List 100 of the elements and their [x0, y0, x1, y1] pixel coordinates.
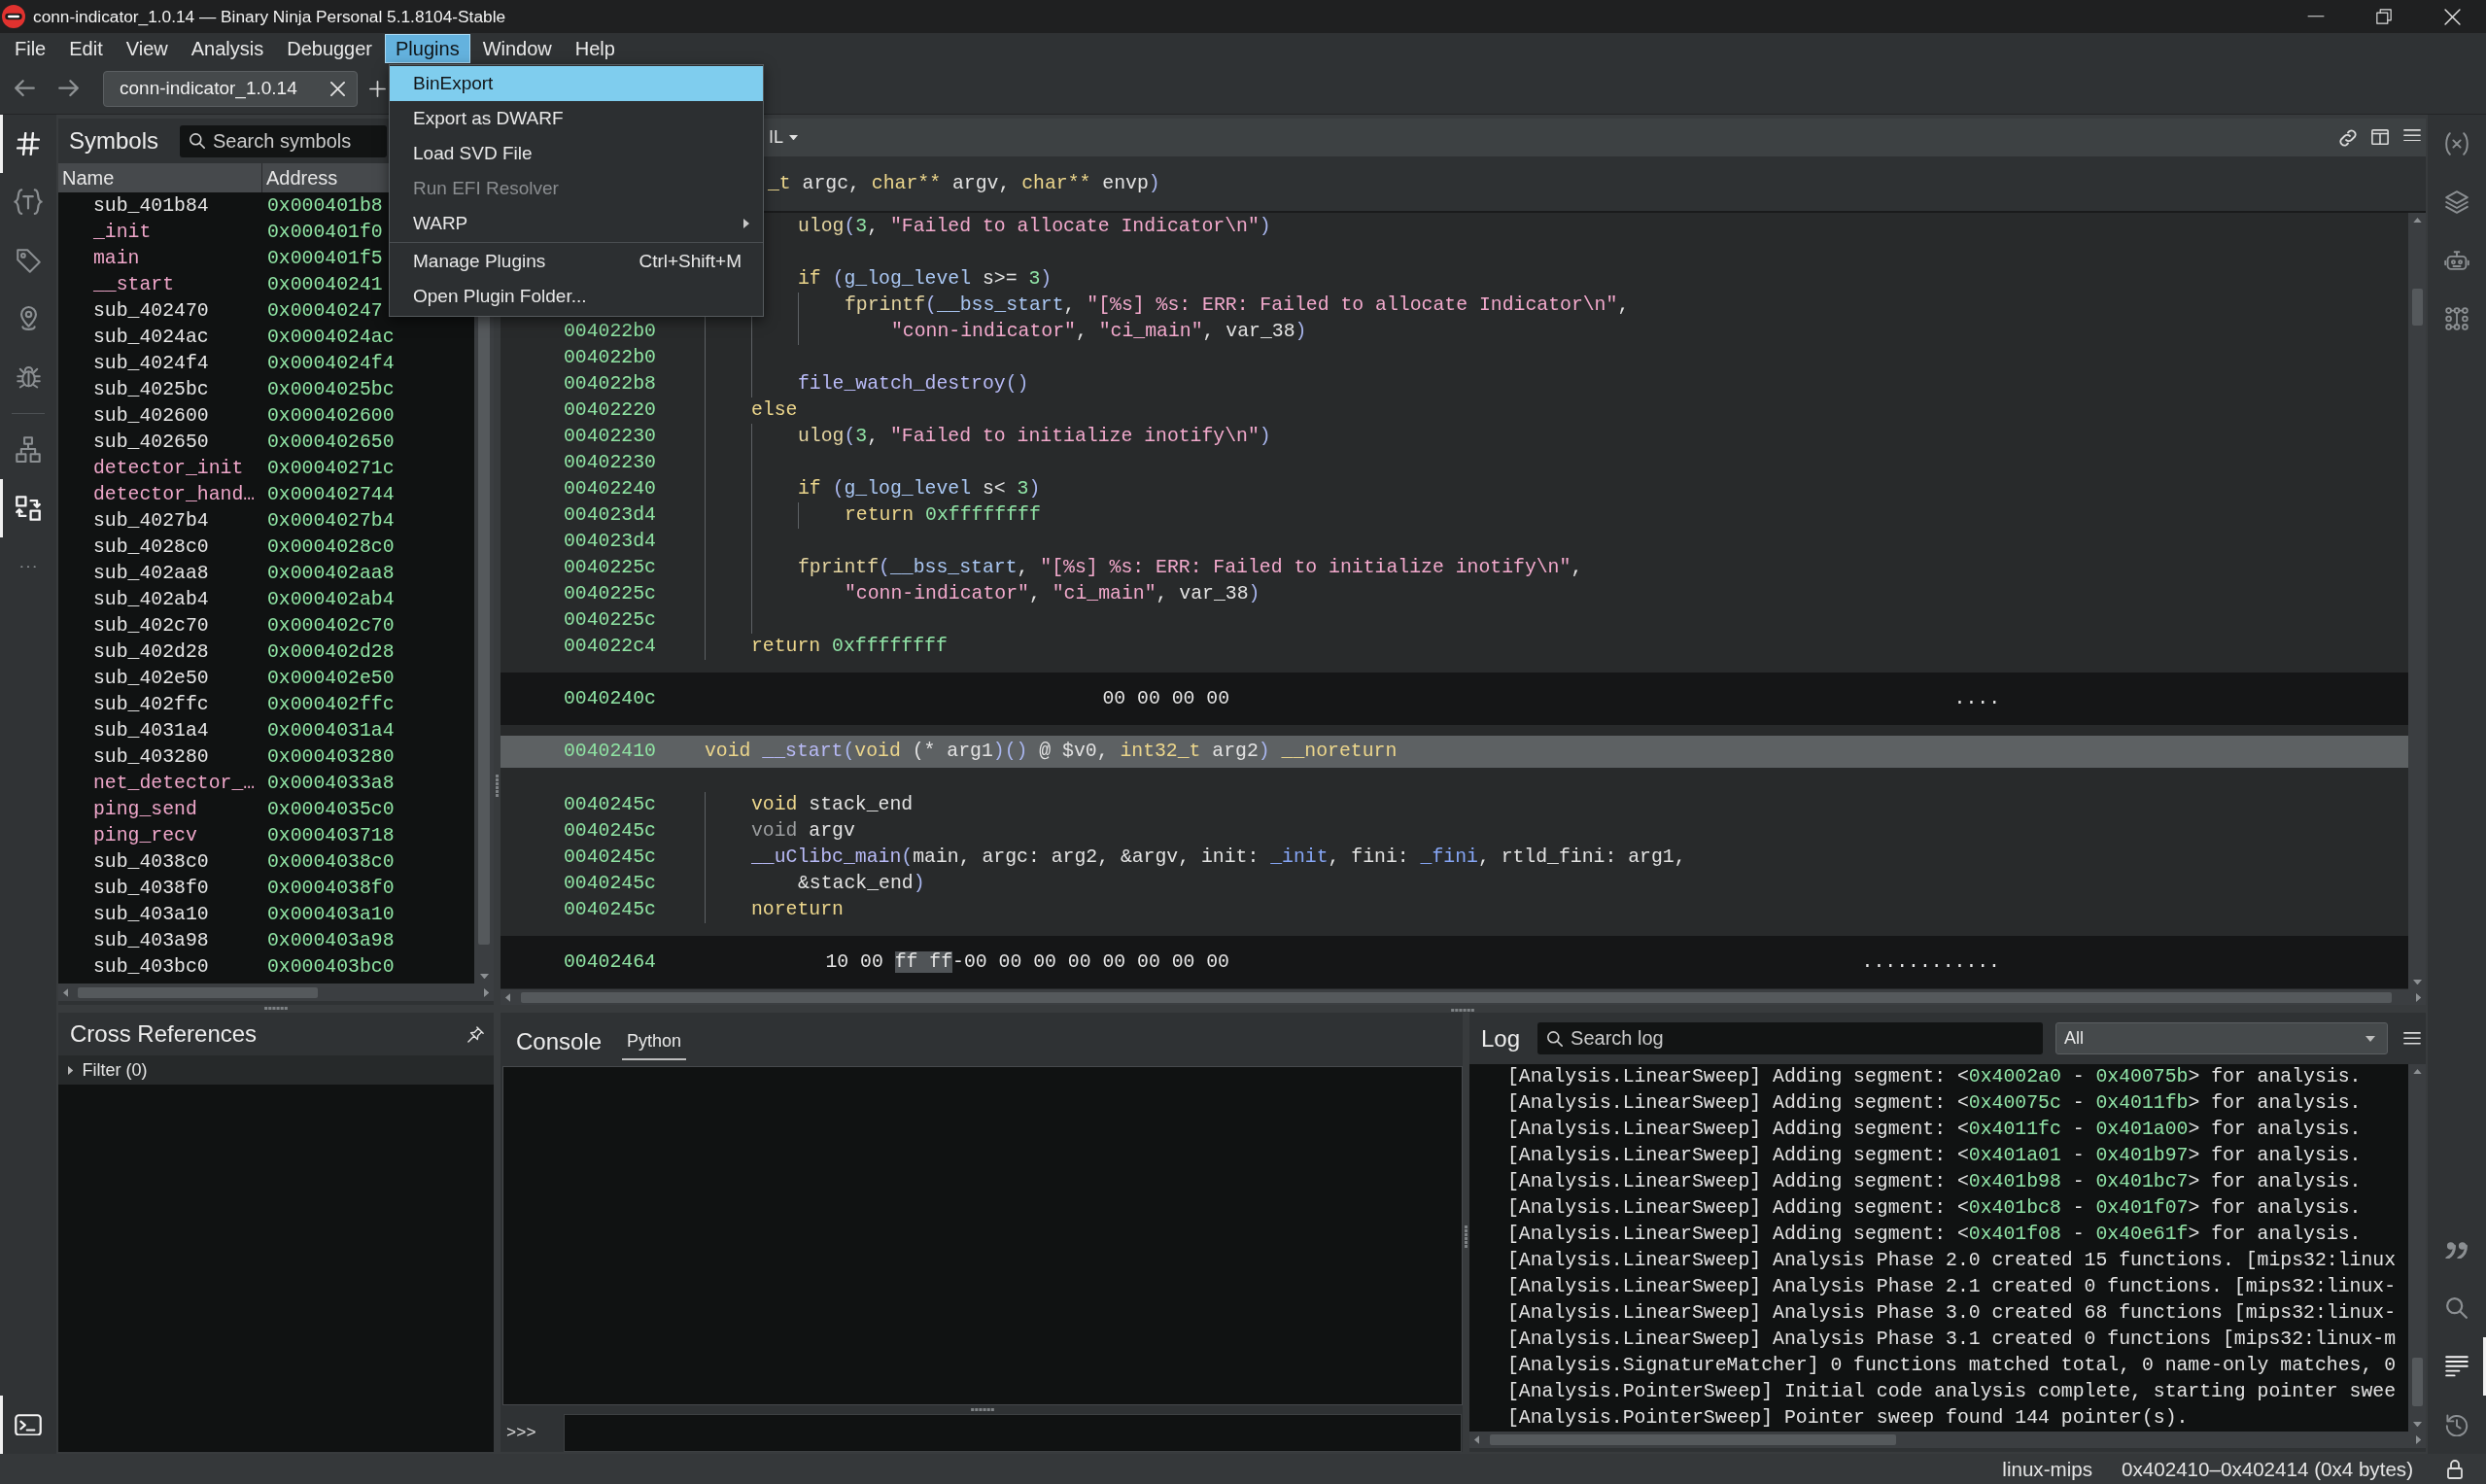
- symbol-name[interactable]: sub_402e50: [93, 666, 267, 692]
- forward-arrow-icon[interactable]: [58, 80, 79, 97]
- symbol-name[interactable]: sub_402650: [93, 430, 267, 456]
- symbol-name[interactable]: sub_403280: [93, 744, 267, 771]
- scrollbar-thumb[interactable]: [1490, 1434, 1897, 1445]
- symbol-name[interactable]: sub_4038f0: [93, 876, 267, 902]
- scrollbar[interactable]: [2408, 213, 2426, 989]
- symbol-name[interactable]: net_detector_…: [93, 771, 267, 797]
- symbol-name[interactable]: sub_401b84: [93, 193, 267, 220]
- search-field[interactable]: Search symbols: [180, 124, 388, 157]
- filter-row[interactable]: Filter (0): [58, 1055, 494, 1085]
- symbol-name[interactable]: sub_4025bc: [93, 377, 267, 403]
- caret-up-icon[interactable]: [2412, 1069, 2422, 1075]
- menu-item[interactable]: BinExport: [390, 66, 763, 101]
- file-tab[interactable]: conn-indicator_1.0.14: [103, 70, 358, 107]
- back-arrow-icon[interactable]: [15, 80, 35, 97]
- menu-icon[interactable]: [2403, 1032, 2422, 1045]
- symbol-name[interactable]: _init: [93, 220, 267, 246]
- line-address: 0040225c: [564, 582, 657, 606]
- search-field[interactable]: Search log: [1537, 1022, 2044, 1054]
- symbol-name[interactable]: sub_4027b4: [93, 508, 267, 535]
- map-pin-icon: [18, 305, 38, 332]
- grip-handle-icon[interactable]: [496, 775, 499, 797]
- menu-item[interactable]: Export as DWARF: [390, 101, 763, 136]
- restore-icon[interactable]: [2376, 9, 2392, 24]
- menu-item[interactable]: Edit: [58, 33, 114, 63]
- scrollbar[interactable]: [1469, 1432, 2426, 1448]
- symbol-name[interactable]: ping_recv: [93, 823, 267, 849]
- menu-item[interactable]: Analysis: [180, 33, 275, 63]
- symbol-name[interactable]: sub_402d28: [93, 639, 267, 666]
- menu-item[interactable]: Debugger: [276, 33, 384, 63]
- split-view-icon[interactable]: [2371, 128, 2389, 145]
- grip-handle-icon[interactable]: [1465, 1225, 1467, 1248]
- symbol-name[interactable]: sub_4024f4: [93, 351, 267, 377]
- console-input[interactable]: [564, 1414, 1462, 1452]
- caret-right-icon[interactable]: [68, 1065, 74, 1075]
- link-icon[interactable]: [2339, 128, 2357, 147]
- symbol-address: 0x0004038c0: [267, 850, 395, 875]
- scrollbar-thumb[interactable]: [521, 991, 2393, 1003]
- caret-left-icon[interactable]: [1474, 1435, 1480, 1444]
- caret-down-icon[interactable]: [479, 973, 489, 979]
- symbol-name[interactable]: main: [93, 246, 267, 272]
- pin-icon[interactable]: [467, 1025, 484, 1043]
- symbol-name[interactable]: sub_4024ac: [93, 325, 267, 351]
- caret-down-icon[interactable]: [2412, 979, 2422, 984]
- menu-item[interactable]: Open Plugin Folder...: [390, 279, 763, 314]
- symbol-name[interactable]: sub_402600: [93, 403, 267, 430]
- menu-item[interactable]: Load SVD File: [390, 136, 763, 171]
- grip-handle-icon[interactable]: [971, 1408, 994, 1412]
- symbol-name[interactable]: sub_403a10: [93, 902, 267, 928]
- menu-item[interactable]: Plugins: [385, 33, 470, 63]
- menu-icon[interactable]: [2403, 128, 2421, 142]
- minimize-icon[interactable]: [2307, 16, 2325, 17]
- symbol-name[interactable]: sub_402aa8: [93, 561, 267, 587]
- caret-right-icon[interactable]: [2415, 992, 2421, 1002]
- close-icon[interactable]: [2443, 8, 2461, 25]
- plus-icon[interactable]: [369, 80, 386, 97]
- symbol-name[interactable]: sub_403bc0: [93, 954, 267, 981]
- grip-handle-icon[interactable]: [264, 1007, 288, 1011]
- menu-item[interactable]: Help: [564, 33, 626, 63]
- symbol-name[interactable]: sub_402ffc: [93, 692, 267, 718]
- symbol-name[interactable]: sub_4031a4: [93, 718, 267, 744]
- caret-right-icon[interactable]: [2415, 1435, 2421, 1444]
- caret-left-icon[interactable]: [63, 987, 69, 997]
- symbol-name[interactable]: ping_send: [93, 797, 267, 823]
- scrollbar[interactable]: [2408, 1064, 2426, 1432]
- log-line: [Analysis.PointerSweep] Pointer sweep found 144 pointer(s).: [1507, 1406, 2190, 1431]
- caret-right-icon[interactable]: [483, 987, 489, 997]
- scrollbar-thumb[interactable]: [78, 986, 319, 998]
- symbol-name[interactable]: sub_4038c0: [93, 849, 267, 876]
- menu-item[interactable]: Manage Plugins Ctrl+Shift+M: [390, 244, 763, 279]
- menu-item[interactable]: File: [4, 33, 57, 63]
- lock-icon[interactable]: [2447, 1459, 2463, 1479]
- menu-item[interactable]: Window: [471, 33, 563, 63]
- symbol-name[interactable]: detector_hand…: [93, 482, 267, 508]
- grip-handle-icon[interactable]: [1451, 1009, 1474, 1013]
- symbol-name[interactable]: __start: [93, 272, 267, 298]
- caret-up-icon[interactable]: [2412, 218, 2422, 224]
- function-header-row[interactable]: 00402410 void __start(void (* arg1)() @ $v0, int32_t arg2) __noreturn: [501, 736, 2408, 768]
- search-icon: [2446, 1297, 2468, 1319]
- menu-item[interactable]: View: [115, 33, 179, 63]
- caret-down-icon[interactable]: [2412, 1421, 2422, 1427]
- symbol-name[interactable]: sub_4028c0: [93, 535, 267, 561]
- symbol-name[interactable]: sub_403a98: [93, 928, 267, 954]
- scrollbar[interactable]: [58, 984, 494, 1001]
- symbol-name[interactable]: sub_402470: [93, 298, 267, 325]
- symbol-name[interactable]: detector_init: [93, 456, 267, 482]
- scrollbar[interactable]: [501, 989, 2426, 1005]
- scrollbar-thumb[interactable]: [2411, 1358, 2423, 1407]
- scrollbar-thumb[interactable]: [2411, 289, 2423, 327]
- caret-left-icon[interactable]: [505, 992, 511, 1002]
- ascii-text: ............: [1861, 950, 2000, 975]
- ascii-text: ....: [1953, 687, 2000, 711]
- close-icon[interactable]: [330, 81, 345, 96]
- view-mode-selector[interactable]: IL: [769, 127, 798, 148]
- symbol-name[interactable]: sub_402ab4: [93, 587, 267, 613]
- symbol-name[interactable]: sub_402c70: [93, 613, 267, 639]
- filter-dropdown[interactable]: All: [2055, 1022, 2389, 1054]
- menu-item[interactable]: WARP: [390, 206, 763, 241]
- console-tab[interactable]: Python: [622, 1025, 687, 1060]
